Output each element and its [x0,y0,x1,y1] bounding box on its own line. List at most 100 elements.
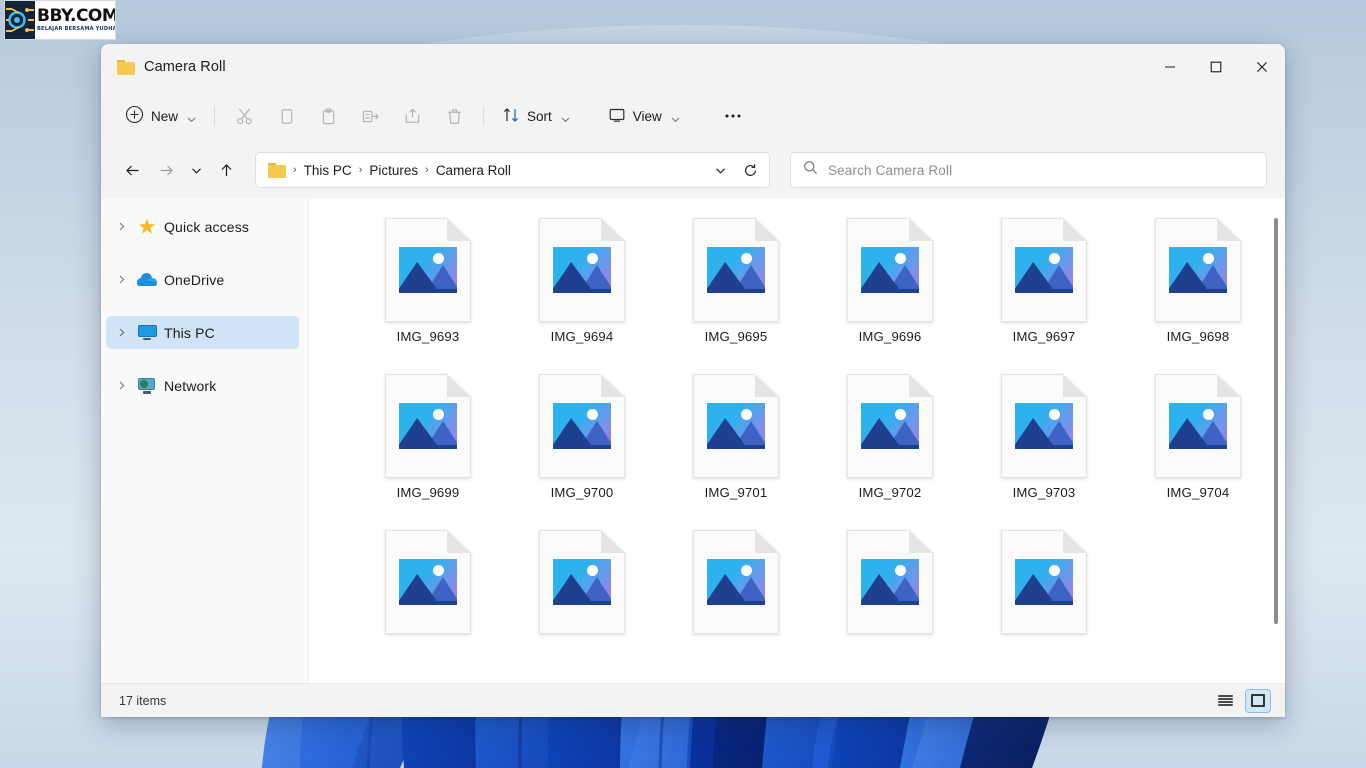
new-button[interactable]: New [119,99,205,133]
file-item[interactable]: IMG_9697 [967,212,1121,368]
vertical-scrollbar[interactable] [1271,210,1281,673]
file-explorer-window: Camera Roll New Sort View › This PC › Pi… [101,44,1285,717]
address-bar: › This PC › Pictures › Camera Roll Searc… [101,142,1285,198]
item-count-label: 17 items [119,693,167,708]
file-item[interactable]: IMG_9693 [351,212,505,368]
circuit-chip-icon [5,1,35,39]
delete-button[interactable] [434,99,474,133]
picture-file-icon [539,218,625,322]
file-item[interactable]: IMG_9702 [813,368,967,524]
breadcrumb-bar[interactable]: › This PC › Pictures › Camera Roll [255,152,770,188]
file-item[interactable]: IMG_9696 [813,212,967,368]
window-body: Quick access OneDrive This PC Network IM… [101,198,1285,683]
watermark-tagline: BELAJAR BERSAMA YUDHA [37,25,116,32]
file-item[interactable]: IMG_9694 [505,212,659,368]
file-item[interactable]: IMG_9695 [659,212,813,368]
file-item[interactable] [351,524,505,680]
share-button[interactable] [392,99,432,133]
sort-button-label: Sort [527,108,552,124]
divider [214,106,216,126]
rename-button[interactable] [350,99,390,133]
file-name-label: IMG_9698 [1166,329,1230,344]
picture-file-icon [693,530,779,634]
chevron-right-icon[interactable] [112,324,130,342]
file-name-label: IMG_9695 [704,329,768,344]
sidebar-item-label: Network [164,377,217,394]
chevron-right-icon[interactable] [112,377,130,395]
close-icon[interactable] [1239,44,1285,90]
picture-file-icon [693,218,779,322]
list-view-button[interactable] [1212,689,1238,713]
picture-file-icon [539,374,625,478]
chevron-right-icon[interactable] [112,271,130,289]
up-button[interactable] [209,153,243,187]
file-item[interactable] [505,524,659,680]
chevron-down-icon [671,112,680,122]
scrollbar-thumb[interactable] [1274,218,1278,624]
cut-button[interactable] [224,99,264,133]
address-dropdown-button[interactable] [705,155,735,185]
minimize-icon[interactable] [1147,44,1193,90]
search-input[interactable]: Search Camera Roll [790,152,1267,188]
breadcrumb-separator: › [425,164,429,176]
cloud-icon [137,270,157,290]
folder-icon [117,59,135,75]
refresh-button[interactable] [735,155,765,185]
file-item[interactable] [967,524,1121,680]
sidebar-item-label: OneDrive [164,271,225,288]
file-item[interactable]: IMG_9698 [1121,212,1275,368]
file-list-view[interactable]: IMG_9693 IMG_9694 IMG_9695 IMG_9696 IMG_9697… [309,198,1285,683]
breadcrumb-item-camera-roll[interactable]: Camera Roll [430,160,517,181]
large-icons-view-button[interactable] [1245,688,1271,713]
file-item[interactable]: IMG_9701 [659,368,813,524]
breadcrumb-item-this-pc[interactable]: This PC [298,160,358,181]
breadcrumb-separator: › [293,164,297,176]
folder-icon [268,162,286,178]
file-name-label: IMG_9696 [858,329,922,344]
breadcrumb: › This PC › Pictures › Camera Roll [292,160,705,181]
page-title: Camera Roll [144,59,226,75]
more-options-button[interactable] [713,99,753,133]
recent-locations-button[interactable] [183,153,209,187]
picture-file-icon [847,374,933,478]
window-title-chip: Camera Roll [117,59,226,75]
breadcrumb-item-pictures[interactable]: Pictures [363,160,424,181]
sidebar-item-quick-access[interactable]: Quick access [106,210,299,243]
sort-button[interactable]: Sort [493,99,579,133]
forward-button[interactable] [149,153,183,187]
picture-file-icon [847,530,933,634]
view-button[interactable]: View [599,99,689,133]
picture-file-icon [385,530,471,634]
view-toggle-group [1212,688,1271,713]
sidebar-item-this-pc[interactable]: This PC [106,316,299,349]
sidebar-item-network[interactable]: Network [106,369,299,402]
picture-file-icon [847,218,933,322]
picture-file-icon [539,530,625,634]
sidebar-item-label: Quick access [164,218,250,235]
large-icons-view-icon [1251,694,1265,707]
file-name-label: IMG_9693 [396,329,460,344]
file-item[interactable] [813,524,967,680]
file-item[interactable]: IMG_9704 [1121,368,1275,524]
picture-file-icon [385,374,471,478]
chevron-right-icon[interactable] [112,218,130,236]
file-name-label: IMG_9699 [396,485,460,500]
status-bar: 17 items [101,683,1285,717]
navigation-pane: Quick access OneDrive This PC Network [101,198,309,683]
search-icon [803,160,818,180]
back-button[interactable] [115,153,149,187]
file-item[interactable]: IMG_9699 [351,368,505,524]
maximize-icon[interactable] [1193,44,1239,90]
sort-arrows-icon [502,106,520,127]
picture-file-icon [1001,218,1087,322]
file-name-label: IMG_9697 [1012,329,1076,344]
sidebar-item-onedrive[interactable]: OneDrive [106,263,299,296]
copy-button[interactable] [266,99,306,133]
desktop: BBY.COM BELAJAR BERSAMA YUDHA Camera Rol… [0,0,1366,768]
picture-file-icon [1001,374,1087,478]
file-item[interactable]: IMG_9700 [505,368,659,524]
file-item[interactable] [659,524,813,680]
file-item[interactable]: IMG_9703 [967,368,1121,524]
paste-button[interactable] [308,99,348,133]
sidebar-item-label: This PC [164,324,215,341]
